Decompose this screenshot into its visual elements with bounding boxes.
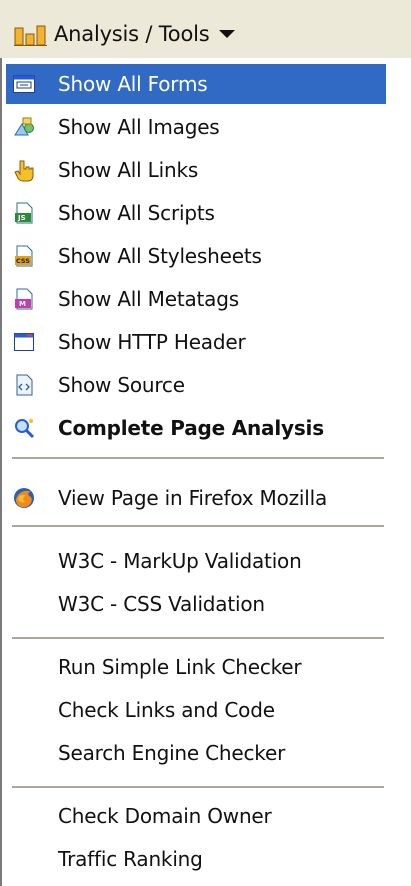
- css-file-icon: CSS: [12, 244, 36, 268]
- menu-item-show-all-forms[interactable]: Show All Forms: [6, 64, 386, 104]
- menu-item-label: Complete Page Analysis: [58, 416, 324, 440]
- dropdown-arrow-icon[interactable]: [219, 30, 236, 38]
- menu-item-view-page-in-firefox[interactable]: View Page in Firefox Mozilla: [6, 478, 386, 518]
- menu-item-label: Show All Links: [58, 158, 199, 182]
- images-icon: [12, 115, 36, 139]
- menu-item-run-simple-link-checker[interactable]: Run Simple Link Checker: [6, 647, 386, 687]
- source-file-icon: [12, 373, 36, 397]
- menu-item-label: Check Links and Code: [58, 698, 275, 722]
- menu-item-traffic-ranking[interactable]: Traffic Ranking: [6, 839, 386, 879]
- menu-item-w3c-markup-validation[interactable]: W3C - MarkUp Validation: [6, 541, 386, 581]
- menu-item-label: View Page in Firefox Mozilla: [58, 486, 328, 510]
- js-file-icon: JS: [12, 201, 36, 225]
- menu-item-search-engine-checker[interactable]: Search Engine Checker: [6, 733, 386, 773]
- menu-item-label: Show HTTP Header: [58, 330, 246, 354]
- menu-item-label: W3C - CSS Validation: [58, 592, 265, 616]
- menu-item-label: Show All Scripts: [58, 201, 215, 225]
- analysis-tools-menu-button[interactable]: Analysis / Tools: [14, 18, 236, 50]
- menu-item-label: Traffic Ranking: [58, 847, 203, 871]
- menu-item-show-all-stylesheets[interactable]: CSS Show All Stylesheets: [6, 236, 386, 276]
- menu-item-label: Check Domain Owner: [58, 804, 272, 828]
- menu-separator: [12, 786, 384, 788]
- hand-pointer-icon: [12, 158, 36, 182]
- menu-item-show-http-header[interactable]: Show HTTP Header: [6, 322, 386, 362]
- menu-item-show-all-metatags[interactable]: M Show All Metatags: [6, 279, 386, 319]
- bar-chart-icon: [14, 22, 48, 46]
- menu-item-check-links-and-code[interactable]: Check Links and Code: [6, 690, 386, 730]
- menu-item-label: Show All Forms: [58, 72, 208, 96]
- menu-separator: [12, 525, 384, 527]
- menu-item-show-all-scripts[interactable]: JS Show All Scripts: [6, 193, 386, 233]
- http-header-icon: [12, 330, 36, 354]
- menu-item-w3c-css-validation[interactable]: W3C - CSS Validation: [6, 584, 386, 624]
- menu-title: Analysis / Tools: [54, 22, 210, 46]
- menu-item-show-source[interactable]: Show Source: [6, 365, 386, 405]
- menu-item-label: Search Engine Checker: [58, 741, 286, 765]
- menu-separator: [12, 457, 384, 459]
- menu-item-show-all-links[interactable]: Show All Links: [6, 150, 386, 190]
- firefox-icon: [12, 486, 36, 510]
- svg-text:M: M: [19, 300, 26, 308]
- svg-text:JS: JS: [17, 214, 26, 222]
- menu-item-label: Run Simple Link Checker: [58, 655, 302, 679]
- screen: Analysis / Tools Show All Forms Show All…: [0, 0, 411, 886]
- menu-item-label: Show All Images: [58, 115, 220, 139]
- menu-item-label: Show All Metatags: [58, 287, 239, 311]
- magnifier-icon: [12, 416, 36, 440]
- menu-item-label: Show Source: [58, 373, 185, 397]
- menu-item-label: W3C - MarkUp Validation: [58, 549, 302, 573]
- analysis-tools-dropdown-menu: Show All Forms Show All Images Show All …: [0, 58, 390, 886]
- toolbar: Analysis / Tools: [0, 0, 411, 58]
- form-icon: [12, 72, 36, 96]
- svg-text:CSS: CSS: [16, 257, 30, 265]
- menu-item-label: Show All Stylesheets: [58, 244, 262, 268]
- menu-item-complete-page-analysis[interactable]: Complete Page Analysis: [6, 408, 386, 448]
- menu-item-check-domain-owner[interactable]: Check Domain Owner: [6, 796, 386, 836]
- menu-separator: [12, 637, 384, 639]
- menu-item-show-all-images[interactable]: Show All Images: [6, 107, 386, 147]
- meta-file-icon: M: [12, 287, 36, 311]
